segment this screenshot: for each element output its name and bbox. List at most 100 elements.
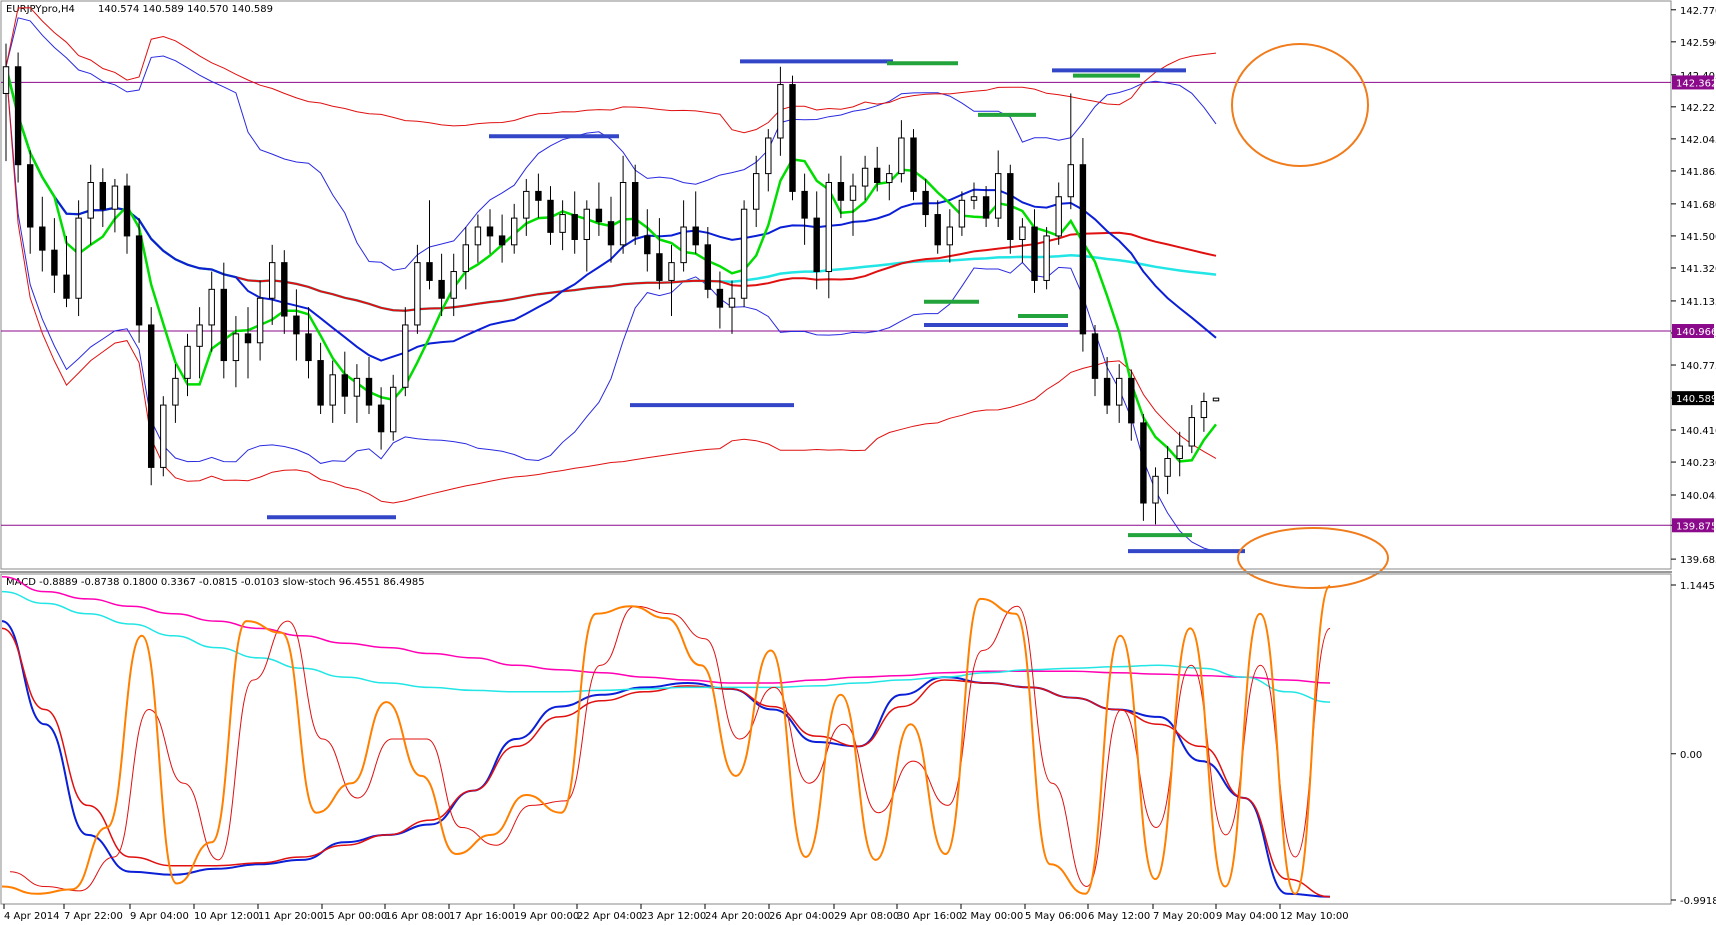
candle-bear (656, 253, 663, 281)
candle-bear (934, 214, 941, 246)
candle-bull (1212, 397, 1220, 402)
candle-bear (317, 360, 324, 406)
candle-bull (1152, 475, 1159, 504)
candle-bear (716, 288, 724, 308)
candle-bull (256, 297, 264, 344)
candle-bull (861, 167, 869, 187)
candle-bear (365, 377, 373, 406)
candle-bear (135, 235, 143, 326)
time-tick-label: 7 May 20:00 (1153, 911, 1215, 922)
candle-bull (402, 324, 409, 388)
candle-bull (462, 244, 470, 273)
chart-canvas: EURJPYpro,H4 140.574 140.589 140.570 140… (0, 0, 1716, 925)
indicator-tick-label: 1.1445 (1680, 581, 1715, 592)
candle-bear (1128, 377, 1135, 424)
candle-bull (268, 262, 276, 299)
candle-bull (160, 404, 167, 468)
candle-bear (293, 315, 300, 335)
candle-bull (680, 226, 687, 264)
candle-bear (63, 274, 70, 299)
candle-bear (982, 196, 990, 219)
candle-bull (172, 377, 179, 406)
candle-bull (474, 226, 482, 246)
time-tick-label: 2 May 00:00 (961, 911, 1023, 922)
candle-bear (1103, 377, 1111, 406)
candle-bull (208, 288, 215, 326)
price-tick-label: 141.320 (1680, 264, 1716, 275)
price-tick-label: 140.045 (1680, 491, 1716, 502)
time-tick-label: 30 Apr 16:00 (897, 911, 962, 922)
time-tick-label: 5 May 06:00 (1025, 911, 1087, 922)
price-tick-label: 142.770 (1680, 6, 1716, 17)
candle-bull (886, 173, 893, 184)
time-tick-label: 19 Apr 00:00 (514, 911, 579, 922)
indicator-tick-label: 0.00 (1680, 750, 1702, 761)
price-tick-label: 140.775 (1680, 361, 1716, 372)
candle-bull (559, 214, 566, 233)
candle-bear (99, 182, 107, 210)
candle-bear (607, 221, 615, 246)
candle-bull (668, 262, 675, 281)
candle-bear (571, 214, 578, 240)
time-tick-label: 17 Apr 16:00 (449, 911, 514, 922)
candle-bear (426, 262, 433, 281)
candle-bear (595, 208, 603, 223)
candle-bull (2, 66, 10, 94)
price-tick-label: 142.225 (1680, 103, 1716, 114)
candle-bull (232, 333, 240, 362)
price-tick-label: 140.410 (1680, 426, 1716, 437)
candle-bull (196, 324, 203, 347)
candle-bear (1091, 333, 1099, 379)
candle-bear (704, 244, 712, 290)
candle-bear (631, 182, 639, 237)
candle-bull (994, 173, 1002, 219)
candle-bear (26, 164, 34, 228)
price-tick-label: 141.865 (1680, 167, 1716, 178)
candle-bear (547, 199, 554, 233)
candle-bull (414, 262, 421, 326)
candle-bear (14, 66, 22, 166)
candle-bull (958, 199, 966, 228)
candle-bull (970, 196, 978, 201)
candle-bear (644, 235, 651, 255)
candle-bull (765, 137, 772, 175)
candle-bear (39, 226, 46, 251)
candle-bear (1140, 422, 1147, 504)
ohlc-readout: 140.574 140.589 140.570 140.589 (98, 4, 273, 15)
candle-bear (341, 374, 349, 397)
candle-bear (535, 190, 542, 201)
price-tick-label: 142.045 (1680, 135, 1716, 146)
time-tick-label: 6 May 12:00 (1088, 911, 1150, 922)
candle-bull (740, 208, 748, 299)
candle-bear (873, 167, 881, 184)
candle-bull (510, 217, 518, 246)
chart-background (0, 0, 1716, 925)
candle-bull (1019, 226, 1026, 240)
candle-bear (147, 324, 155, 468)
candle-bear (837, 182, 845, 201)
candle-bull (728, 297, 736, 308)
time-tick-label: 10 Apr 12:00 (194, 911, 259, 922)
candle-bull (898, 137, 905, 175)
candle-bear (244, 333, 252, 344)
candle-bear (1007, 173, 1014, 240)
candle-bull (1188, 417, 1196, 447)
candle-bull (825, 182, 833, 273)
candle-bear (498, 235, 506, 246)
symbol-title: EURJPYpro,H4 (6, 4, 75, 15)
time-tick-label: 7 Apr 22:00 (64, 911, 123, 922)
candle-bull (1055, 196, 1062, 237)
price-tick-label: 141.680 (1680, 200, 1716, 211)
candle-bull (329, 374, 336, 406)
candle-bull (1176, 445, 1183, 460)
candle-bear (922, 190, 929, 216)
level-tag-label: 139.875 (1676, 521, 1716, 532)
candle-bear (1079, 164, 1087, 335)
candle-bear (801, 190, 808, 219)
candle-bull (75, 217, 82, 299)
candle-bull (583, 208, 591, 240)
candle-bull (1115, 377, 1123, 406)
candle-bear (281, 262, 288, 317)
candle-bear (692, 226, 699, 246)
candle-bull (450, 271, 457, 299)
